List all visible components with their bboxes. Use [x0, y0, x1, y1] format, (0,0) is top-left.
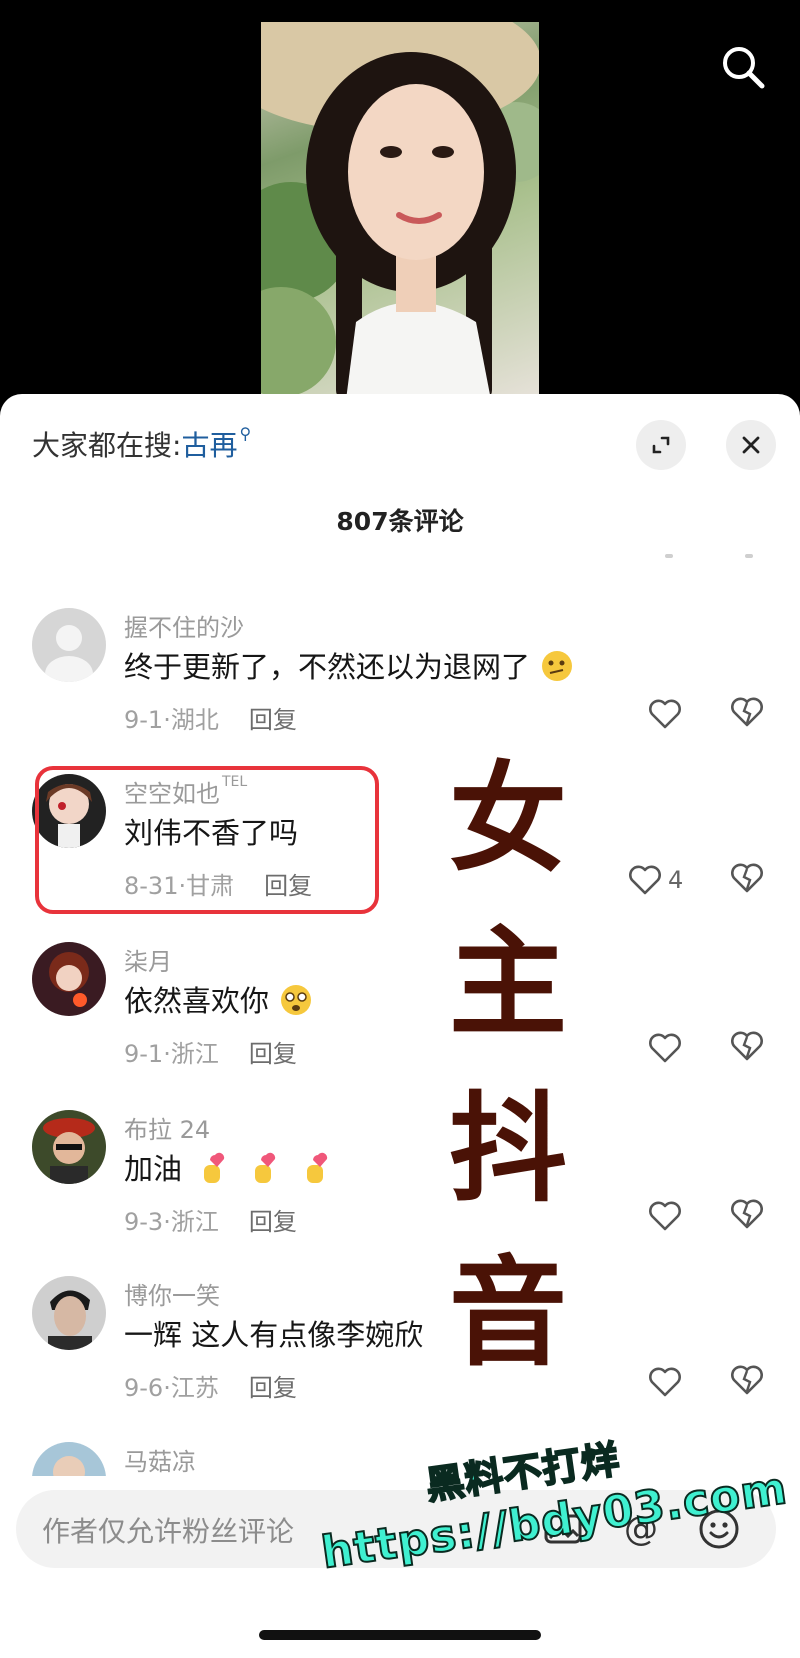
comment-text: 终于更新了，不然还以为退网了	[124, 644, 575, 686]
dislike-button[interactable]	[730, 1198, 766, 1234]
default-avatar-icon	[32, 608, 106, 682]
comment-input-placeholder[interactable]: 作者仅允许粉丝评论	[42, 1510, 294, 1550]
video-thumbnail[interactable]	[261, 22, 539, 400]
broken-heart-icon	[731, 1365, 763, 1395]
comment-username[interactable]: 柒月	[124, 942, 172, 977]
like-count: 4	[668, 866, 684, 894]
comment-date: 9-6	[124, 1374, 164, 1402]
red-highlight-frame	[35, 766, 379, 914]
avatar[interactable]	[32, 1110, 106, 1184]
comment-text-content: 终于更新了，不然还以为退网了	[124, 650, 531, 684]
finger-heart-emoji-icon	[306, 1152, 327, 1183]
like-button[interactable]	[648, 696, 682, 732]
expand-button[interactable]	[636, 420, 686, 470]
broken-heart-icon	[731, 697, 763, 727]
comment-meta: 9-1·浙江 回复	[124, 1040, 297, 1068]
avatar[interactable]	[32, 608, 106, 682]
dislike-button[interactable]	[730, 1364, 766, 1400]
overlay-text-char: 抖	[448, 1080, 567, 1218]
comment-meta: 9-1·湖北 回复	[124, 706, 297, 734]
hot-search-bar[interactable]: 大家都在搜:古再 ⚲	[32, 424, 251, 464]
dislike-button[interactable]	[730, 1030, 766, 1066]
comment-item[interactable]: 马菇凉	[0, 1442, 800, 1476]
comment-meta: 9-6·江苏 回复	[124, 1374, 297, 1402]
video-woman-image	[261, 22, 539, 400]
comment-text: 加油	[124, 1146, 332, 1188]
dislike-button[interactable]	[730, 696, 766, 732]
avatar[interactable]	[32, 1442, 106, 1476]
broken-heart-icon	[731, 1199, 763, 1229]
like-button[interactable]	[648, 1198, 682, 1234]
comment-location: 浙江	[170, 1040, 219, 1068]
comment-location: 江苏	[170, 1374, 219, 1402]
expand-icon	[652, 436, 670, 454]
search-button[interactable]	[716, 40, 770, 94]
costume-man-avatar-image	[32, 1110, 106, 1184]
close-button[interactable]	[726, 420, 776, 470]
thinking-emoji-icon	[542, 651, 573, 681]
comment-date: 9-1	[124, 706, 164, 734]
girl-avatar-image	[32, 942, 106, 1016]
comment-text: 依然喜欢你	[124, 978, 314, 1020]
finger-heart-emoji-icon	[204, 1152, 225, 1183]
finger-heart-emoji-icon	[255, 1152, 276, 1183]
hot-search-keyword[interactable]: 古再	[181, 429, 237, 462]
comment-text: 一辉 这人有点像李婉欣	[124, 1318, 424, 1352]
comment-meta: 9-3·浙江 回复	[124, 1208, 297, 1236]
comment-username[interactable]: 马菇凉	[124, 1442, 196, 1476]
heart-icon	[649, 699, 681, 729]
small-search-icon: ⚲	[239, 424, 252, 443]
faint-divider-mark	[665, 554, 673, 558]
like-button[interactable]: 4	[628, 862, 683, 898]
dislike-button[interactable]	[730, 862, 766, 898]
avatar[interactable]	[32, 942, 106, 1016]
man-portrait-avatar-image	[32, 1276, 106, 1350]
comment-item[interactable]: 布拉 24 加油 9-3·浙江 回复	[0, 1110, 800, 1260]
comment-item[interactable]: 柒月 依然喜欢你 9-1·浙江 回复	[0, 942, 800, 1092]
like-button[interactable]	[648, 1030, 682, 1066]
comment-item[interactable]: 握不住的沙 终于更新了，不然还以为退网了 9-1·湖北 回复	[0, 608, 800, 758]
reply-button[interactable]: 回复	[249, 1374, 297, 1402]
comment-item[interactable]: 博你一笑 一辉 这人有点像李婉欣 9-6·江苏 回复	[0, 1276, 800, 1426]
comment-count-title: 807条评论	[336, 507, 464, 536]
comment-username[interactable]: 握不住的沙	[124, 608, 244, 643]
heart-icon	[649, 1367, 681, 1397]
comment-text-content: 加油	[124, 1152, 183, 1186]
reply-button[interactable]: 回复	[249, 1040, 297, 1068]
comment-username[interactable]: 博你一笑	[124, 1276, 220, 1311]
comment-date: 9-1	[124, 1040, 164, 1068]
like-button[interactable]	[648, 1364, 682, 1400]
overlay-text-char: 音	[448, 1244, 567, 1382]
reply-button[interactable]: 回复	[249, 1208, 297, 1236]
video-player[interactable]	[0, 0, 800, 400]
shy-emoji-icon	[281, 985, 312, 1015]
avatar[interactable]	[32, 1276, 106, 1350]
search-icon	[723, 47, 765, 89]
avatar-image	[32, 1442, 106, 1476]
broken-heart-icon	[731, 863, 763, 893]
comment-location: 浙江	[170, 1208, 219, 1236]
reply-button[interactable]: 回复	[249, 706, 297, 734]
heart-icon	[649, 1033, 681, 1063]
broken-heart-icon	[731, 1031, 763, 1061]
home-indicator[interactable]	[259, 1630, 541, 1640]
comment-text-content: 依然喜欢你	[124, 984, 270, 1018]
hot-search-prefix: 大家都在搜:	[32, 429, 182, 462]
comment-username[interactable]: 布拉 24	[124, 1110, 210, 1145]
heart-icon	[629, 865, 661, 895]
overlay-text-char: 主	[448, 914, 567, 1052]
comment-location: 湖北	[170, 706, 219, 734]
comment-date: 9-3	[124, 1208, 164, 1236]
close-icon	[742, 436, 760, 454]
faint-divider-mark	[745, 554, 753, 558]
overlay-text-char: 女	[448, 750, 567, 888]
heart-icon	[649, 1201, 681, 1231]
